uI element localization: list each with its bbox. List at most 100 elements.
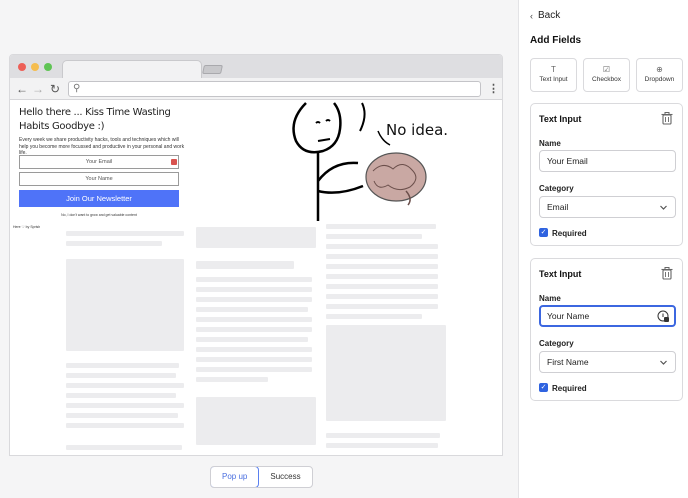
skeleton-line: [326, 274, 438, 279]
skeleton-line: [196, 277, 312, 282]
browser-tab-new: [202, 65, 223, 74]
category-select[interactable]: First Name: [539, 351, 676, 373]
browser-tab-active: [62, 60, 202, 78]
skeleton-line: [196, 287, 312, 292]
meme-illustration: No idea.: [292, 102, 448, 221]
skeleton-line: [66, 241, 162, 246]
browser-tab-bar: [10, 55, 502, 78]
tab-success[interactable]: Success: [259, 467, 311, 487]
search-icon: ⚲: [73, 83, 81, 94]
category-select[interactable]: Email: [539, 196, 676, 218]
field-card-email: Text Input Name Your Email Category Emai…: [530, 103, 683, 246]
category-label: Category: [539, 184, 574, 193]
skeleton-line: [326, 224, 436, 229]
card-title: Text Input: [539, 114, 582, 124]
popup-credit: Here ♡ by Sprish: [13, 225, 41, 229]
browser-preview: ← → ↻ ⚲ ⋮ Hello there ... Kiss Time Wast…: [9, 54, 503, 456]
skeleton-line: [66, 423, 184, 428]
minimize-window-dot: [31, 63, 39, 71]
browser-toolbar: ← → ↻ ⚲ ⋮: [10, 78, 502, 100]
text-icon: T: [551, 65, 556, 74]
skeleton-line: [66, 403, 184, 408]
skeleton-line: [196, 357, 312, 362]
section-title: Add Fields: [530, 35, 582, 46]
skeleton-line: [196, 347, 312, 352]
skeleton-line: [66, 383, 184, 388]
skeleton-line: [326, 264, 438, 269]
name-label: Name: [539, 294, 561, 303]
skeleton-block: [196, 397, 316, 445]
name-label: Name: [539, 139, 561, 148]
skeleton-line: [196, 337, 308, 342]
skeleton-line: [196, 377, 268, 382]
skeleton-line: [196, 327, 312, 332]
skeleton-line: [326, 304, 438, 309]
trash-icon[interactable]: [660, 111, 674, 125]
skeleton-line: [66, 231, 184, 236]
close-window-dot: [18, 63, 26, 71]
name-input[interactable]: Your Email: [539, 150, 676, 172]
more-vertical-icon: ⋮: [488, 83, 499, 95]
skeleton-line: [66, 363, 179, 368]
fields-sidebar: ‹ Back Add Fields T Text Input ☑ Checkbo…: [518, 0, 688, 498]
dropdown-icon: ⊕: [656, 65, 663, 74]
tab-pop-up[interactable]: Pop up: [210, 467, 260, 487]
skeleton-line: [196, 307, 308, 312]
skeleton-line: [326, 314, 422, 319]
popup-name-input: Your Name: [19, 172, 179, 186]
required-checkbox[interactable]: ✓: [539, 228, 548, 237]
popup-name-placeholder: Your Name: [85, 176, 113, 182]
required-label: Required: [552, 229, 587, 238]
category-value: First Name: [547, 357, 589, 367]
field-type-label: Text Input: [539, 76, 568, 83]
category-value: Email: [547, 202, 569, 212]
trash-icon[interactable]: [660, 266, 674, 280]
skeleton-line: [66, 445, 182, 450]
popup-title: Hello there ... Kiss Time Wasting Habits…: [19, 107, 171, 132]
skeleton-line: [326, 254, 438, 259]
skeleton-line: [66, 393, 176, 398]
popup-submit-button: Join Our Newsletter: [19, 190, 179, 207]
popup-email-input: Your Email: [19, 155, 179, 169]
name-input-value: Your Name: [547, 311, 590, 321]
skeleton-image: [326, 325, 446, 421]
page-content: Hello there ... Kiss Time Wasting Habits…: [10, 101, 502, 455]
category-label: Category: [539, 339, 574, 348]
skeleton-line: [66, 373, 176, 378]
chevron-left-icon: ‹: [530, 10, 533, 21]
popup-decline-text: No, I don't want to grow and get valuabl…: [61, 213, 137, 217]
chevron-down-icon: [660, 360, 667, 365]
skeleton-line: [196, 367, 312, 372]
skeleton-line: [326, 294, 438, 299]
popup-description: Every week we share productivity hacks, …: [19, 137, 185, 156]
skeleton-line: [326, 433, 440, 438]
popup-email-placeholder: Your Email: [85, 159, 113, 165]
preview-mode-toggle: Pop up Success: [210, 466, 313, 488]
add-text-input-button[interactable]: T Text Input: [530, 58, 577, 92]
skeleton-line: [66, 413, 178, 418]
field-type-label: Checkbox: [592, 76, 621, 83]
skeleton-line: [326, 244, 438, 249]
add-checkbox-button[interactable]: ☑ Checkbox: [583, 58, 630, 92]
required-checkbox[interactable]: ✓: [539, 383, 548, 392]
skeleton-line: [196, 297, 312, 302]
add-dropdown-button[interactable]: ⊕ Dropdown: [636, 58, 683, 92]
reload-icon: ↻: [50, 82, 61, 96]
back-label: Back: [538, 10, 561, 21]
skeleton-line: [196, 317, 312, 322]
name-input[interactable]: Your Name: [539, 305, 676, 327]
arrow-left-icon: ←: [16, 82, 28, 96]
field-card-name: Text Input Name Your Name Category First…: [530, 258, 683, 401]
skeleton-block: [196, 227, 316, 248]
back-button[interactable]: ‹ Back: [530, 10, 560, 21]
skeleton-image: [66, 259, 184, 351]
required-label: Required: [552, 384, 587, 393]
autofill-icon: [171, 159, 177, 165]
meme-caption: No idea.: [386, 121, 448, 139]
checkbox-icon: ☑: [602, 65, 611, 74]
maximize-window-dot: [44, 63, 52, 71]
url-bar: ⚲: [68, 81, 481, 97]
field-type-label: Dropdown: [644, 76, 675, 83]
skeleton-line: [326, 443, 438, 448]
password-manager-icon[interactable]: [657, 310, 670, 323]
